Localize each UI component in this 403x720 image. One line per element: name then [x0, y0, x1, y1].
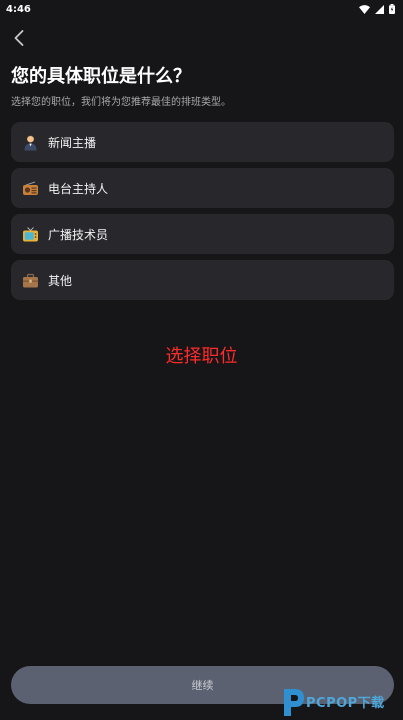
- chevron-left-icon: [14, 30, 24, 46]
- person-icon: [22, 134, 39, 151]
- option-news-anchor[interactable]: 新闻主播: [11, 122, 394, 162]
- option-label: 其他: [48, 273, 73, 288]
- radio-icon: [22, 180, 39, 197]
- briefcase-icon: [22, 272, 39, 289]
- page-title: 您的具体职位是什么？: [11, 66, 191, 87]
- signal-icon: [375, 4, 384, 14]
- option-broadcast-technician[interactable]: 广播技术员: [11, 214, 394, 254]
- job-options-list: 新闻主播 电台主持人 广播技术员 其他: [11, 122, 394, 306]
- overlay-caption: 选择职位: [165, 346, 238, 367]
- option-label: 新闻主播: [48, 135, 97, 150]
- battery-icon: [389, 4, 395, 14]
- status-icons: [359, 4, 395, 14]
- wifi-icon: [359, 4, 370, 14]
- watermark-logo-icon: [284, 688, 304, 716]
- watermark-text: PCPOP下载: [306, 696, 385, 711]
- status-bar: 4:46: [0, 0, 403, 18]
- tv-icon: [22, 226, 39, 243]
- watermark: PCPOP下载: [280, 683, 403, 720]
- page-subtitle: 选择您的职位，我们将为您推荐最佳的排班类型。: [11, 97, 231, 108]
- option-radio-host[interactable]: 电台主持人: [11, 168, 394, 208]
- status-time: 4:46: [6, 3, 31, 15]
- option-other[interactable]: 其他: [11, 260, 394, 300]
- option-label: 电台主持人: [48, 181, 109, 196]
- option-label: 广播技术员: [48, 227, 109, 242]
- back-button[interactable]: [8, 26, 30, 50]
